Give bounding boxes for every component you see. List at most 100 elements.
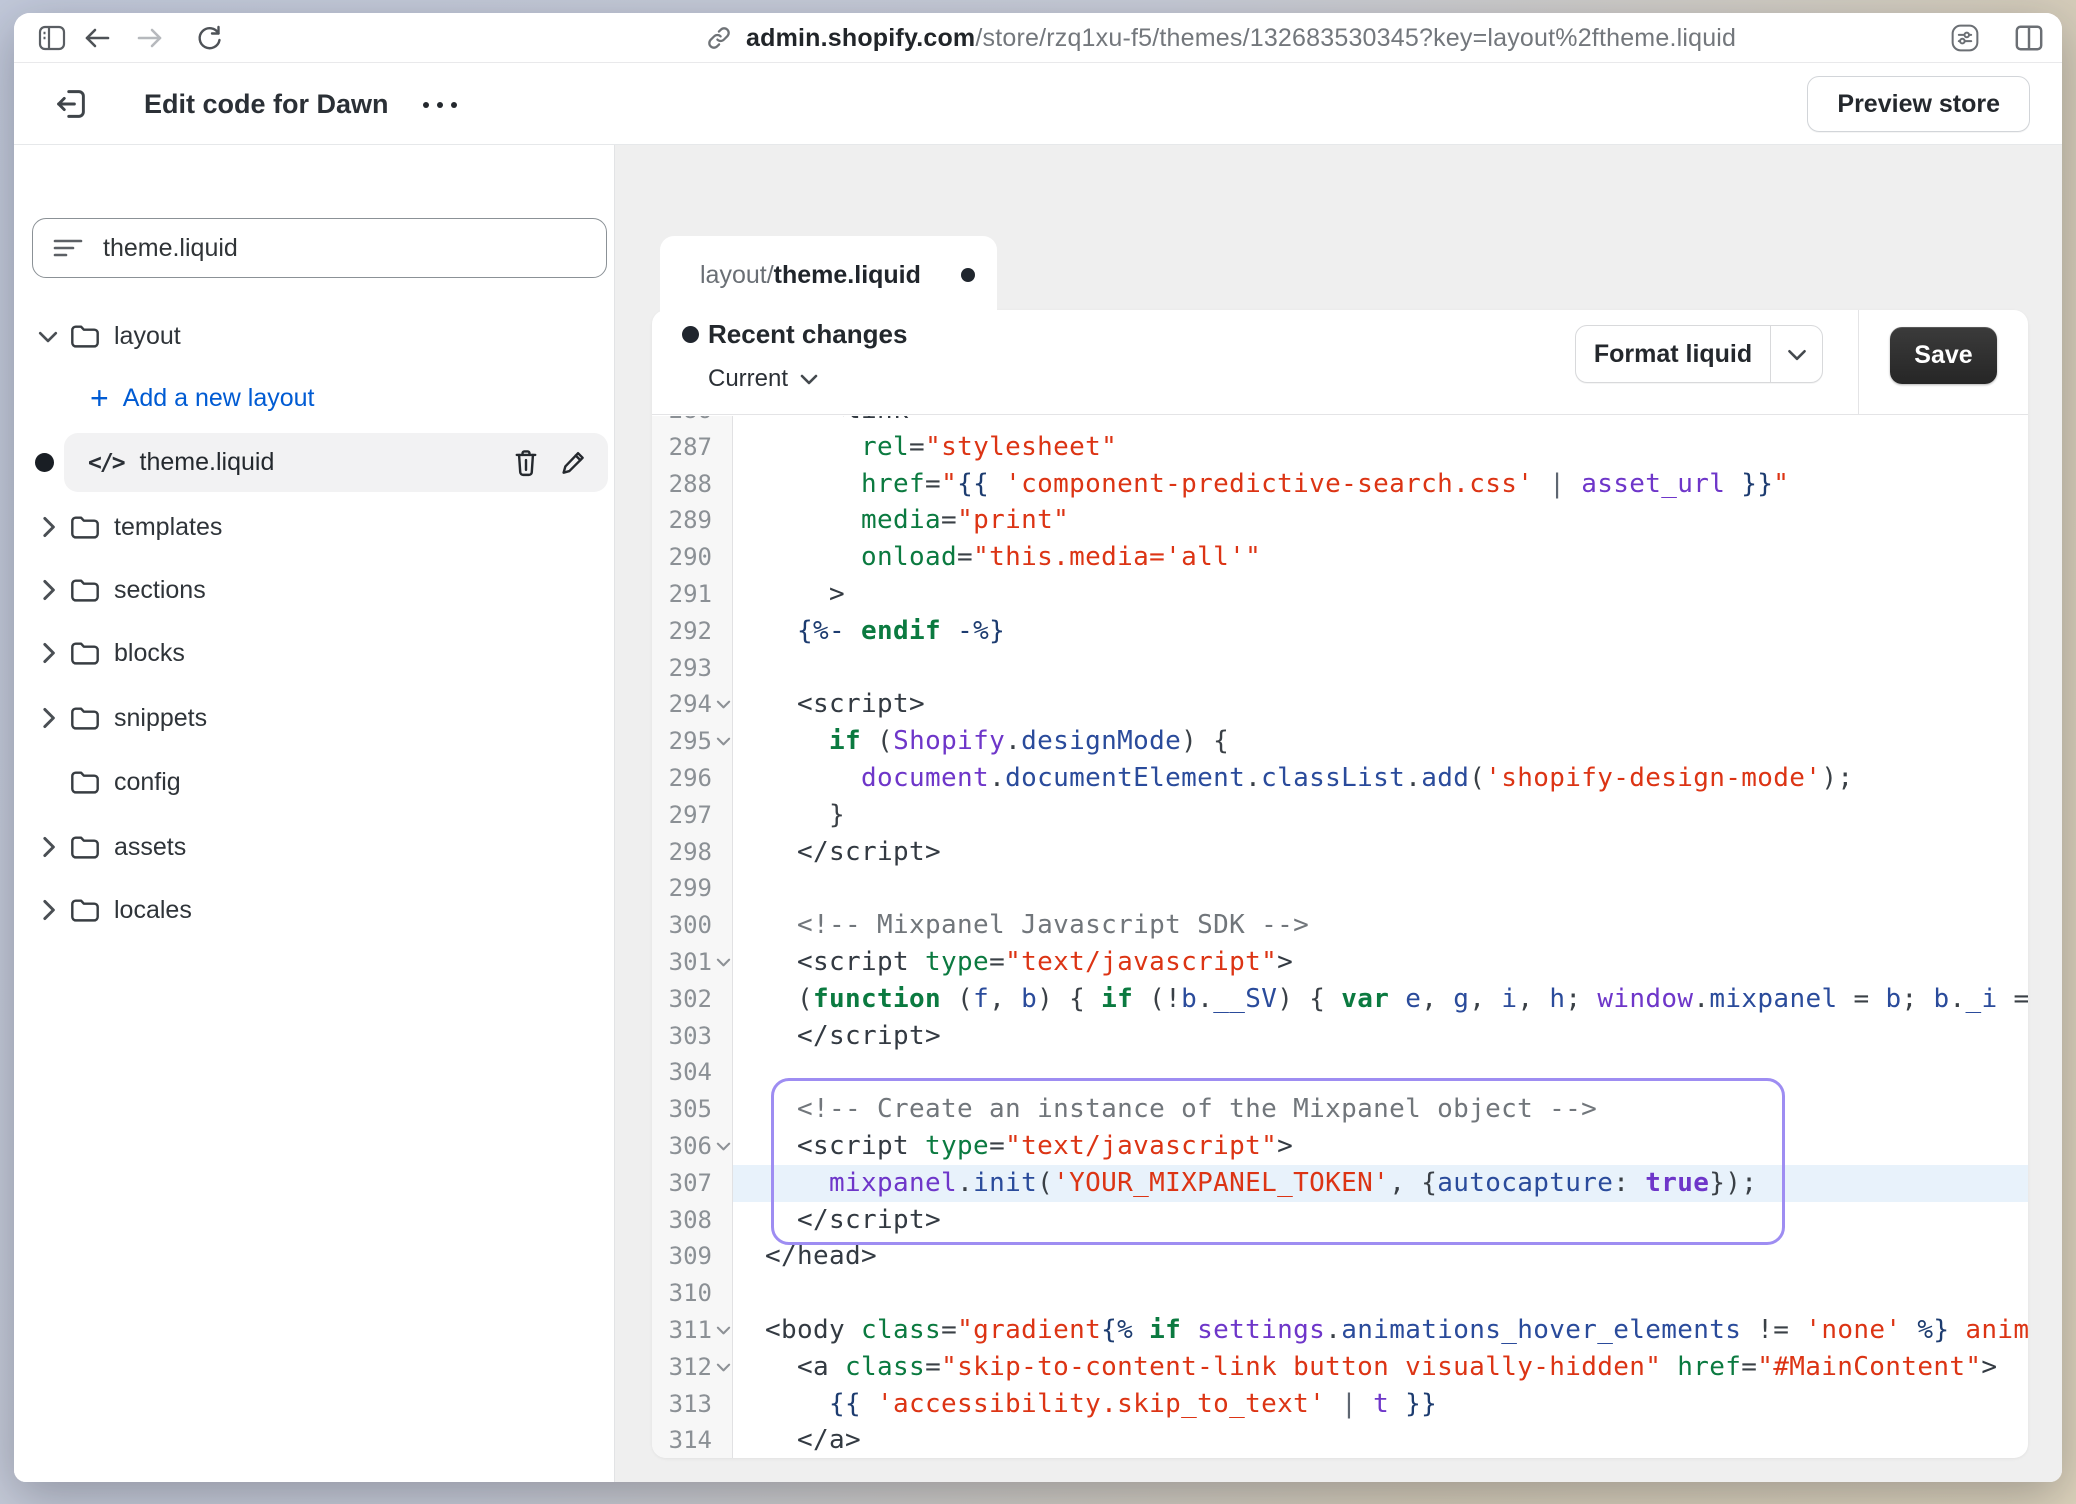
code-editor[interactable]: 286 <link287 rel="stylesheet"288 href="{… [652, 416, 2028, 1458]
code-line-text[interactable]: (function (f, b) { if (!b.__SV) { var e,… [733, 981, 2028, 1018]
more-actions-button[interactable] [412, 91, 468, 119]
delete-icon[interactable] [512, 448, 540, 478]
format-options-dropdown[interactable] [1770, 326, 1822, 382]
tree-item-assets[interactable]: assets [32, 823, 607, 871]
file-filter-input[interactable] [103, 234, 606, 263]
code-line-286[interactable]: 286 <link [652, 416, 2028, 429]
fold-chevron-icon[interactable] [715, 696, 732, 713]
code-line-310[interactable]: 310 [652, 1275, 2028, 1312]
code-line-text[interactable]: media="print" [733, 502, 2028, 539]
chevron-down-icon[interactable] [38, 329, 58, 344]
code-line-293[interactable]: 293 [652, 650, 2028, 687]
code-line-text[interactable]: {{ 'accessibility.skip_to_text' | t }} [733, 1386, 2028, 1423]
code-line-text[interactable]: if (Shopify.designMode) { [733, 723, 2028, 760]
tree-item-templates[interactable]: templates [32, 503, 607, 551]
code-line-308[interactable]: 308 </script> [652, 1202, 2028, 1239]
code-line-text[interactable]: document.documentElement.classList.add('… [733, 760, 2028, 797]
exit-editor-button[interactable] [52, 85, 90, 123]
code-line-290[interactable]: 290 onload="this.media='all'" [652, 539, 2028, 576]
format-liquid-button[interactable]: Format liquid [1575, 325, 1823, 383]
chevron-right-icon[interactable] [41, 516, 56, 538]
code-line-300[interactable]: 300 <!-- Mixpanel Javascript SDK --> [652, 907, 2028, 944]
code-line-text[interactable]: <link [733, 416, 2028, 429]
code-line-305[interactable]: 305 <!-- Create an instance of the Mixpa… [652, 1091, 2028, 1128]
version-selector[interactable]: Current [708, 365, 818, 393]
code-line-text[interactable]: mixpanel.init('YOUR_MIXPANEL_TOKEN', {au… [733, 1165, 2028, 1202]
code-line-307[interactable]: 307 mixpanel.init('YOUR_MIXPANEL_TOKEN',… [652, 1165, 2028, 1202]
chevron-right-icon[interactable] [41, 642, 56, 664]
code-line-text[interactable]: rel="stylesheet" [733, 429, 2028, 466]
sidebar-toggle-icon[interactable] [37, 23, 67, 53]
code-line-298[interactable]: 298 </script> [652, 834, 2028, 871]
tree-item-blocks[interactable]: blocks [32, 629, 607, 677]
tree-item-config[interactable]: config [32, 758, 607, 806]
address-bar[interactable]: admin.shopify.com/store/rzq1xu-f5/themes… [706, 13, 1736, 63]
code-line-text[interactable]: <body class="gradient{% if settings.anim… [733, 1312, 2028, 1349]
code-line-292[interactable]: 292 {%- endif -%} [652, 613, 2028, 650]
code-line-299[interactable]: 299 [652, 870, 2028, 907]
fold-chevron-icon[interactable] [715, 1138, 732, 1155]
code-line-text[interactable]: <script> [733, 686, 2028, 723]
code-line-text[interactable]: </head> [733, 1238, 2028, 1275]
chevron-right-icon[interactable] [41, 707, 56, 729]
code-line-text[interactable]: <script type="text/javascript"> [733, 1128, 2028, 1165]
code-line-text[interactable]: href="{{ 'component-predictive-search.cs… [733, 466, 2028, 503]
forward-icon[interactable] [135, 23, 165, 53]
code-line-text[interactable]: </script> [733, 1018, 2028, 1055]
editor-tab[interactable]: layout/theme.liquid [660, 236, 997, 314]
code-line-text[interactable] [733, 1054, 2028, 1091]
page-settings-icon[interactable] [1950, 23, 1980, 53]
code-line-291[interactable]: 291 > [652, 576, 2028, 613]
code-line-295[interactable]: 295 if (Shopify.designMode) { [652, 723, 2028, 760]
code-line-312[interactable]: 312 <a class="skip-to-content-link butto… [652, 1349, 2028, 1386]
reload-icon[interactable] [194, 23, 224, 53]
code-line-text[interactable]: <!-- Mixpanel Javascript SDK --> [733, 907, 2028, 944]
code-line-314[interactable]: 314 </a> [652, 1422, 2028, 1458]
tree-item-Add-a-new-layout[interactable]: +Add a new layout [32, 374, 607, 422]
code-line-text[interactable]: <a class="skip-to-content-link button vi… [733, 1349, 2028, 1386]
rename-icon[interactable] [560, 448, 588, 478]
code-line-text[interactable] [733, 650, 2028, 687]
code-line-text[interactable]: {%- endif -%} [733, 613, 2028, 650]
fold-chevron-icon[interactable] [715, 733, 732, 750]
file-filter-box[interactable] [32, 218, 607, 278]
chevron-right-icon[interactable] [41, 899, 56, 921]
save-button[interactable]: Save [1890, 327, 1997, 384]
fold-chevron-icon[interactable] [715, 1359, 732, 1376]
code-line-text[interactable] [733, 870, 2028, 907]
code-line-288[interactable]: 288 href="{{ 'component-predictive-searc… [652, 466, 2028, 503]
code-line-304[interactable]: 304 [652, 1054, 2028, 1091]
code-line-313[interactable]: 313 {{ 'accessibility.skip_to_text' | t … [652, 1386, 2028, 1423]
code-line-303[interactable]: 303 </script> [652, 1018, 2028, 1055]
code-line-text[interactable]: <!-- Create an instance of the Mixpanel … [733, 1091, 2028, 1128]
code-line-text[interactable] [733, 1275, 2028, 1312]
code-line-text[interactable]: </script> [733, 1202, 2028, 1239]
code-line-296[interactable]: 296 document.documentElement.classList.a… [652, 760, 2028, 797]
code-line-text[interactable]: } [733, 797, 2028, 834]
code-line-311[interactable]: 311 <body class="gradient{% if settings.… [652, 1312, 2028, 1349]
code-line-text[interactable]: > [733, 576, 2028, 613]
code-line-309[interactable]: 309 </head> [652, 1238, 2028, 1275]
back-icon[interactable] [82, 23, 112, 53]
tree-item-locales[interactable]: locales [32, 886, 607, 934]
code-line-287[interactable]: 287 rel="stylesheet" [652, 429, 2028, 466]
fold-chevron-icon[interactable] [715, 1322, 732, 1339]
chevron-right-icon[interactable] [41, 579, 56, 601]
preview-store-button[interactable]: Preview store [1807, 76, 2030, 132]
code-line-text[interactable]: onload="this.media='all'" [733, 539, 2028, 576]
tree-item-theme-liquid[interactable]: </>theme.liquid [64, 433, 608, 492]
tree-item-layout[interactable]: layout [32, 312, 607, 360]
code-line-302[interactable]: 302 (function (f, b) { if (!b.__SV) { va… [652, 981, 2028, 1018]
code-line-301[interactable]: 301 <script type="text/javascript"> [652, 944, 2028, 981]
tree-item-snippets[interactable]: snippets [32, 694, 607, 742]
code-line-294[interactable]: 294 <script> [652, 686, 2028, 723]
code-line-text[interactable]: </a> [733, 1422, 2028, 1458]
chevron-right-icon[interactable] [41, 836, 56, 858]
code-line-text[interactable]: <script type="text/javascript"> [733, 944, 2028, 981]
tree-item-sections[interactable]: sections [32, 566, 607, 614]
code-line-289[interactable]: 289 media="print" [652, 502, 2028, 539]
split-view-icon[interactable] [2014, 23, 2044, 53]
code-line-text[interactable]: </script> [733, 834, 2028, 871]
code-line-306[interactable]: 306 <script type="text/javascript"> [652, 1128, 2028, 1165]
fold-chevron-icon[interactable] [715, 954, 732, 971]
